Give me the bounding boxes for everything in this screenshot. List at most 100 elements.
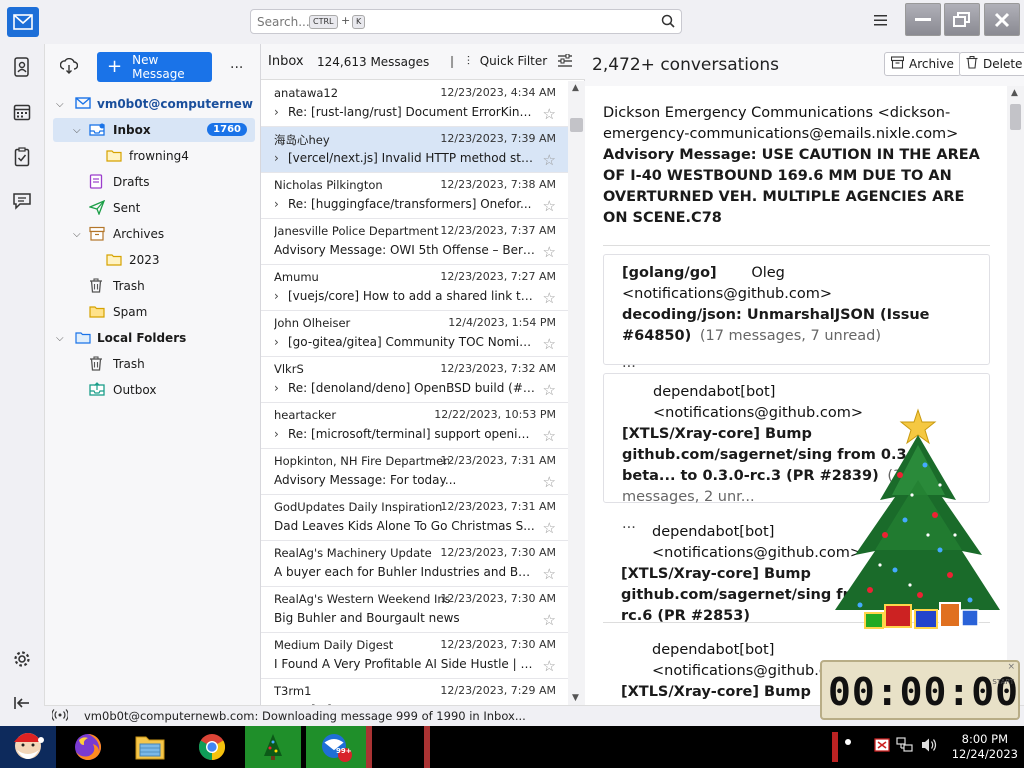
- star-icon[interactable]: ☆: [543, 473, 556, 491]
- christmas-tree-widget[interactable]: [800, 405, 1010, 645]
- mail-app-icon[interactable]: [7, 7, 39, 37]
- account-row[interactable]: ⌵ vm0b0t@computernewb.com: [53, 92, 255, 116]
- chevron-down-icon[interactable]: ⌵: [56, 99, 68, 110]
- star-icon[interactable]: ☆: [543, 151, 556, 169]
- scrollbar-thumb[interactable]: [570, 118, 583, 132]
- star-icon[interactable]: ☆: [543, 657, 556, 675]
- chat-icon[interactable]: [10, 189, 34, 213]
- message-row[interactable]: Janesville Police Department 12/23/2023, …: [261, 219, 568, 265]
- close-button[interactable]: [984, 3, 1020, 36]
- network-tray-icon[interactable]: [896, 737, 914, 756]
- desktop-clock-widget[interactable]: 00:00:00 START ×: [820, 660, 1020, 720]
- message-row[interactable]: John Olheiser 12/4/2023, 1:54 PM › [go-gite…: [261, 311, 568, 357]
- settings-icon[interactable]: [10, 647, 34, 671]
- message-row[interactable]: Hopkinton, NH Fire Department 12/23/2023,…: [261, 449, 568, 495]
- star-icon[interactable]: ☆: [543, 335, 556, 353]
- taskbar-empty-slot[interactable]: [366, 726, 430, 768]
- display-options-icon[interactable]: [557, 53, 573, 71]
- folder-outbox[interactable]: Outbox: [53, 378, 255, 402]
- message-row[interactable]: 海岛心hey 12/23/2023, 7:39 AM › [vercel/next.j…: [261, 127, 568, 173]
- folder-archives[interactable]: ⌵ Archives: [53, 222, 255, 246]
- firefox-icon[interactable]: [60, 726, 116, 768]
- folder-local-trash[interactable]: Trash: [53, 352, 255, 376]
- delete-button[interactable]: Delete: [959, 52, 1024, 76]
- christmas-tree-taskbar-icon[interactable]: [245, 726, 301, 768]
- chevron-down-icon[interactable]: ⌵: [73, 125, 85, 136]
- scroll-up-arrow-icon[interactable]: ▲: [572, 83, 579, 93]
- folder-label: Trash: [113, 279, 145, 293]
- folder-frowning4[interactable]: frowning4: [53, 144, 255, 168]
- volume-tray-icon[interactable]: [920, 737, 938, 756]
- star-icon[interactable]: ☆: [543, 427, 556, 445]
- folder-inbox[interactable]: ⌵ Inbox 1760: [53, 118, 255, 142]
- folder-drafts[interactable]: Drafts: [53, 170, 255, 194]
- star-icon[interactable]: ☆: [543, 105, 556, 123]
- thread-expand-icon[interactable]: ›: [274, 151, 288, 165]
- search-input[interactable]: Search... CTRL + K: [250, 9, 682, 34]
- minimize-button[interactable]: [905, 3, 941, 36]
- get-messages-icon[interactable]: [59, 57, 79, 77]
- clock-start-button[interactable]: START: [992, 678, 1014, 687]
- start-button[interactable]: [0, 726, 56, 768]
- conversation-card[interactable]: Dickson Emergency Communications <dickso…: [603, 103, 990, 229]
- local-folders-row[interactable]: ⌵ Local Folders: [53, 326, 255, 350]
- scroll-up-arrow-icon[interactable]: ▲: [1011, 88, 1018, 98]
- conversation-card[interactable]: [golang/go] Oleg <notifications@github.c…: [603, 254, 990, 371]
- folder-trash[interactable]: Trash: [53, 274, 255, 298]
- thread-scrollbar[interactable]: ▲ ▼: [568, 81, 585, 705]
- scrollbar-thumb[interactable]: [1010, 104, 1021, 130]
- thread-expand-icon[interactable]: ›: [274, 427, 288, 441]
- calendar-icon[interactable]: [10, 100, 34, 124]
- message-row[interactable]: Nicholas Pilkington 12/23/2023, 7:38 AM › R…: [261, 173, 568, 219]
- star-icon[interactable]: ☆: [543, 243, 556, 261]
- message-date: 12/23/2023, 7:32 AM: [440, 362, 556, 375]
- star-icon[interactable]: ☆: [543, 197, 556, 215]
- app-menu-icon[interactable]: [872, 12, 892, 30]
- clock-close-icon[interactable]: ×: [1007, 662, 1015, 672]
- star-icon[interactable]: ☆: [543, 519, 556, 537]
- message-row[interactable]: Medium Daily Digest 12/23/2023, 7:30 AM I …: [261, 633, 568, 679]
- show-hidden-icons-icon[interactable]: [845, 739, 851, 745]
- folder-pane-menu-button[interactable]: ...: [230, 56, 243, 72]
- search-icon[interactable]: [661, 14, 675, 31]
- scroll-down-arrow-icon[interactable]: ▼: [572, 693, 579, 703]
- message-row[interactable]: VlkrS 12/23/2023, 7:32 AM › Re: [denoland/d…: [261, 357, 568, 403]
- message-row[interactable]: anatawa12 12/23/2023, 4:34 AM › Re: [rust-l…: [261, 81, 568, 127]
- folder-sent[interactable]: Sent: [53, 196, 255, 220]
- thread-expand-icon[interactable]: ›: [274, 335, 288, 349]
- star-icon[interactable]: ☆: [543, 289, 556, 307]
- message-list: anatawa12 12/23/2023, 4:34 AM › Re: [rust-l…: [261, 81, 568, 705]
- chevron-down-icon[interactable]: ⌵: [56, 333, 68, 344]
- archive-button[interactable]: Archive: [884, 52, 961, 76]
- thunderbird-icon[interactable]: 99+: [306, 726, 366, 768]
- message-row[interactable]: Amumu 12/23/2023, 7:27 AM › [vuejs/core] Ho…: [261, 265, 568, 311]
- folder-spam[interactable]: Spam: [53, 300, 255, 324]
- chrome-icon[interactable]: [184, 726, 240, 768]
- tasks-icon[interactable]: [10, 145, 34, 169]
- collapse-spaces-icon[interactable]: [10, 691, 34, 715]
- thread-expand-icon[interactable]: ›: [274, 105, 288, 119]
- star-icon[interactable]: ☆: [543, 381, 556, 399]
- thread-expand-icon[interactable]: ›: [274, 289, 288, 303]
- folder-2023[interactable]: 2023: [53, 248, 255, 272]
- message-row[interactable]: RealAg's Western Weekend Ins... 12/23/202…: [261, 587, 568, 633]
- message-row[interactable]: heartacker 12/22/2023, 10:53 PM › Re: [micr…: [261, 403, 568, 449]
- file-explorer-icon[interactable]: [122, 726, 178, 768]
- address-book-icon[interactable]: [10, 55, 34, 79]
- chevron-down-icon[interactable]: ⌵: [73, 229, 85, 240]
- thread-expand-icon[interactable]: ›: [274, 197, 288, 211]
- star-icon[interactable]: ☆: [543, 611, 556, 629]
- conversation-meta: (17 messages, 7 unread): [699, 328, 882, 344]
- thread-expand-icon[interactable]: ›: [274, 381, 288, 395]
- message-sender: Janesville Police Department: [274, 224, 439, 238]
- taskbar-clock[interactable]: 8:00 PM 12/24/2023: [952, 732, 1018, 762]
- star-icon[interactable]: ☆: [543, 565, 556, 583]
- security-tray-icon[interactable]: [874, 737, 890, 756]
- message-subject: [go-gitea/gitea] Community TOC Nomin...: [288, 335, 536, 349]
- quick-filter-button[interactable]: ❙ ⫶ Quick Filter: [447, 54, 547, 69]
- message-row[interactable]: T3rm112/23/2023, 7:29 AM›Re: [...] ...☆: [261, 679, 568, 705]
- message-row[interactable]: RealAg's Machinery Update 12/23/2023, 7:3…: [261, 541, 568, 587]
- restore-button[interactable]: [944, 3, 980, 36]
- message-row[interactable]: GodUpdates Daily Inspiration 12/23/2023, …: [261, 495, 568, 541]
- new-message-button[interactable]: + New Message: [97, 52, 212, 82]
